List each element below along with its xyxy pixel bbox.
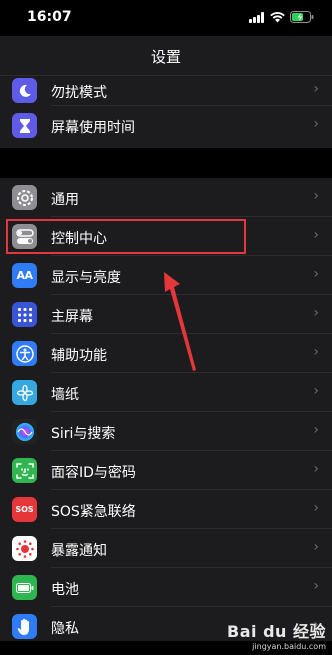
chevron-right-icon: ›: [313, 383, 319, 399]
sos-glyph: SOS: [15, 505, 34, 514]
text-size-icon: AA: [12, 263, 37, 288]
page-title: 设置: [150, 48, 181, 66]
siri-icon: [12, 419, 37, 444]
settings-item-label: 主屏幕: [51, 309, 93, 325]
status-bar: 16:07: [0, 0, 332, 36]
wifi-icon: [270, 11, 285, 22]
settings-item-wallpaper[interactable]: 墙纸 ›: [0, 373, 332, 412]
settings-item-do-not-disturb[interactable]: 勿扰模式 ›: [0, 76, 332, 106]
signal-icon: [249, 11, 264, 23]
hand-icon: [12, 614, 37, 639]
settings-item-general[interactable]: 通用 ›: [0, 178, 332, 217]
chevron-right-icon: ›: [313, 227, 319, 243]
status-icons: [249, 11, 314, 23]
chevron-right-icon: ›: [313, 188, 319, 204]
settings-item-label: SOS紧急联络: [51, 504, 136, 520]
battery-icon: [12, 575, 37, 600]
chevron-right-icon: ›: [313, 305, 319, 321]
chevron-right-icon: ›: [313, 578, 319, 594]
settings-item-label: 暴露通知: [51, 543, 107, 559]
settings-item-label: 墙纸: [51, 387, 79, 403]
nav-bar: 设置: [0, 36, 332, 76]
settings-item-label: Siri与搜索: [51, 426, 116, 442]
annotation-arrow-icon: [164, 272, 196, 371]
watermark-url: jingyan.baidu.com: [252, 642, 326, 651]
settings-group-focus: 勿扰模式 › 屏幕使用时间 ›: [0, 76, 332, 148]
text-size-glyph: AA: [16, 269, 33, 282]
settings-item-label: 面容ID与密码: [51, 465, 136, 481]
settings-item-label: 隐私: [51, 621, 79, 637]
watermark-brand: Bai du 经验: [227, 622, 326, 641]
battery-status-icon: [290, 11, 314, 23]
sos-icon: SOS: [12, 497, 37, 522]
settings-item-label: 电池: [51, 582, 79, 598]
chevron-right-icon: ›: [313, 539, 319, 555]
exposure-icon: [12, 536, 37, 561]
settings-item-siri-search[interactable]: Siri与搜索 ›: [0, 412, 332, 451]
app-grid-icon: [12, 302, 37, 327]
settings-item-battery[interactable]: 电池 ›: [0, 568, 332, 607]
settings-item-label: 显示与亮度: [51, 270, 121, 286]
settings-item-screen-time[interactable]: 屏幕使用时间 ›: [0, 106, 332, 145]
flower-icon: [12, 380, 37, 405]
settings-item-label: 屏幕使用时间: [51, 120, 135, 136]
baidu-watermark: Bai du 经验 jingyan.baidu.com: [227, 618, 326, 651]
chevron-right-icon: ›: [313, 422, 319, 438]
settings-item-label: 通用: [51, 192, 79, 208]
settings-item-emergency-sos[interactable]: SOS SOS紧急联络 ›: [0, 490, 332, 529]
chevron-right-icon: ›: [313, 461, 319, 477]
status-time: 16:07: [27, 9, 72, 25]
chevron-right-icon: ›: [313, 344, 319, 360]
accessibility-icon: [12, 341, 37, 366]
hourglass-icon: [12, 113, 37, 138]
settings-item-face-id-passcode[interactable]: 面容ID与密码 ›: [0, 451, 332, 490]
chevron-right-icon: ›: [313, 81, 319, 97]
moon-icon: [12, 78, 37, 103]
chevron-right-icon: ›: [313, 500, 319, 516]
highlight-box: [6, 219, 246, 254]
settings-item-label: 辅助功能: [51, 348, 107, 364]
gear-icon: [12, 185, 37, 210]
settings-item-exposure-notifications[interactable]: 暴露通知 ›: [0, 529, 332, 568]
settings-item-label: 勿扰模式: [51, 85, 107, 101]
face-id-icon: [12, 458, 37, 483]
chevron-right-icon: ›: [313, 266, 319, 282]
chevron-right-icon: ›: [313, 116, 319, 132]
